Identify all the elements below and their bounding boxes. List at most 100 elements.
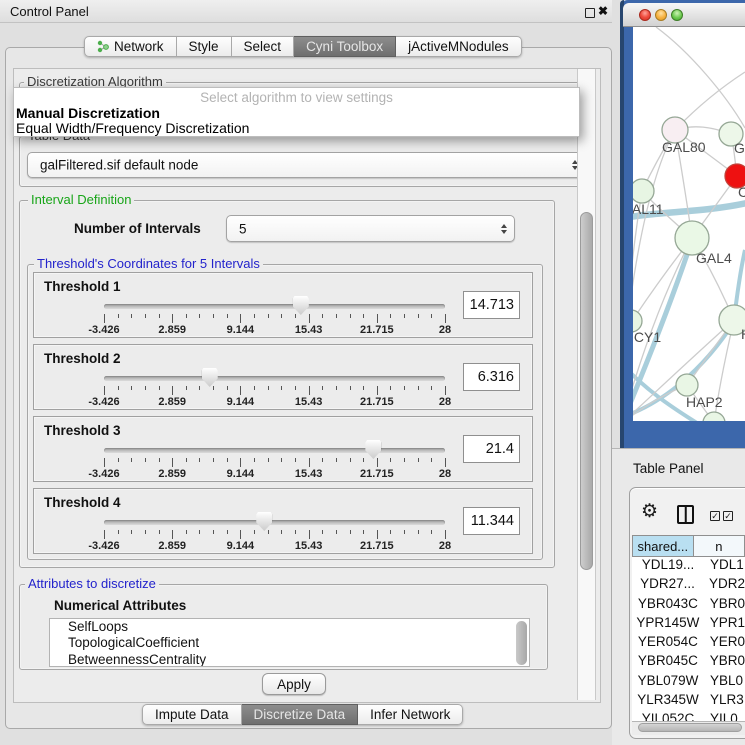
table-row[interactable]: YBR043CYBR0 bbox=[632, 596, 745, 615]
threshold-slider-track[interactable] bbox=[104, 376, 445, 381]
tab-impute-data[interactable]: Impute Data bbox=[142, 704, 242, 725]
tab-cyni-toolbox[interactable]: Cyni Toolbox bbox=[294, 36, 396, 57]
network-canvas[interactable]: GAL80GACGAL11GAL4GCY1HHAP2 bbox=[633, 27, 745, 421]
interval-definition-title: Interval Definition bbox=[28, 193, 134, 207]
cell-shared-name[interactable]: YBL079W bbox=[632, 673, 704, 692]
network-node-label: HAP2 bbox=[686, 394, 723, 410]
tab-jactivemnodules[interactable]: jActiveMNodules bbox=[396, 36, 522, 57]
zoom-window-icon[interactable] bbox=[671, 9, 683, 21]
split-columns-icon[interactable] bbox=[677, 505, 694, 524]
tab-label: Style bbox=[189, 39, 219, 54]
cell-name[interactable]: YIL0 bbox=[704, 711, 738, 721]
cell-name[interactable]: YBR0 bbox=[704, 653, 745, 672]
attributes-title: Attributes to discretize bbox=[25, 577, 159, 591]
table-row[interactable]: YLR345WYLR3 bbox=[632, 692, 745, 711]
threshold-label: Threshold 2 bbox=[44, 351, 121, 366]
checkbox-icon[interactable]: ✓ bbox=[723, 511, 733, 521]
cell-shared-name[interactable]: YBR043C bbox=[632, 596, 704, 615]
close-window-icon[interactable] bbox=[639, 9, 651, 21]
cell-shared-name[interactable]: YER054C bbox=[632, 634, 704, 653]
cyni-bottom-tabs: Impute Data Discretize Data Infer Networ… bbox=[142, 704, 463, 725]
network-node-label: GA bbox=[734, 140, 745, 156]
close-icon[interactable]: ✖ bbox=[598, 4, 608, 18]
threshold-slider-track[interactable] bbox=[104, 304, 445, 309]
algorithm-dropdown-popup: Select algorithm to view settings Manual… bbox=[13, 87, 580, 137]
num-intervals-combo[interactable]: 5 bbox=[226, 215, 515, 242]
threshold-value-input[interactable] bbox=[463, 435, 520, 463]
cell-name[interactable]: YBL0 bbox=[704, 673, 743, 692]
network-node[interactable] bbox=[633, 179, 654, 203]
cell-shared-name[interactable]: YPR145W bbox=[632, 615, 704, 634]
list-item[interactable]: BetweennessCentrality bbox=[50, 652, 529, 667]
panel-scrollbar-thumb[interactable] bbox=[580, 212, 593, 570]
list-item[interactable]: TopologicalCoefficient bbox=[50, 635, 529, 651]
num-intervals-value: 5 bbox=[239, 221, 247, 236]
table-row[interactable]: YBR045CYBR0 bbox=[632, 653, 745, 672]
list-scrollbar-thumb[interactable] bbox=[516, 621, 527, 665]
tab-network[interactable]: Network bbox=[84, 36, 177, 57]
cell-name[interactable]: YDL1 bbox=[704, 557, 744, 576]
cell-shared-name[interactable]: YLR345W bbox=[632, 692, 704, 711]
table-header-row: shared... n bbox=[632, 535, 745, 557]
threshold-value-input[interactable] bbox=[463, 363, 520, 391]
column-header-name[interactable]: n bbox=[694, 535, 745, 557]
table-row[interactable]: YBL079WYBL0 bbox=[632, 673, 745, 692]
column-header-shared-name[interactable]: shared... bbox=[632, 535, 694, 557]
network-node-label: GAL80 bbox=[662, 139, 706, 155]
slider-thumb[interactable] bbox=[256, 512, 272, 531]
threshold-row-1: Threshold 1 -3.4262.8599.14415.4321.7152… bbox=[33, 272, 533, 338]
threshold-value-input[interactable] bbox=[463, 291, 520, 319]
cell-shared-name[interactable]: YBR045C bbox=[632, 653, 704, 672]
cell-name[interactable]: YDR2 bbox=[703, 576, 745, 595]
table-row[interactable]: YER054CYER0 bbox=[632, 634, 745, 653]
dropdown-option-equal-width[interactable]: Equal Width/Frequency Discretization bbox=[16, 120, 249, 136]
threshold-row-4: Threshold 4 -3.4262.8599.14415.4321.7152… bbox=[33, 488, 533, 554]
tab-label: Impute Data bbox=[155, 707, 229, 722]
slider-thumb[interactable] bbox=[202, 368, 218, 387]
table-data-combo[interactable]: galFiltered.sif default node bbox=[27, 152, 586, 178]
cell-shared-name[interactable]: YIL052C bbox=[632, 711, 704, 721]
tab-discretize-data[interactable]: Discretize Data bbox=[242, 704, 359, 725]
table-row[interactable]: YDR27...YDR2 bbox=[632, 576, 745, 595]
cell-name[interactable]: YPR1 bbox=[704, 615, 745, 634]
tab-style[interactable]: Style bbox=[177, 36, 232, 57]
minimize-window-icon[interactable] bbox=[655, 9, 667, 21]
tab-infer-network[interactable]: Infer Network bbox=[358, 704, 463, 725]
table-row[interactable]: YIL052CYIL0 bbox=[632, 711, 745, 721]
network-node[interactable] bbox=[676, 374, 698, 396]
slider-ticks bbox=[104, 530, 446, 540]
dropdown-option-manual[interactable]: Manual Discretization bbox=[16, 105, 160, 121]
tab-label: Network bbox=[114, 39, 164, 54]
tab-select[interactable]: Select bbox=[232, 36, 295, 57]
cell-name[interactable]: YLR3 bbox=[704, 692, 744, 711]
gear-icon[interactable]: ⚙ bbox=[641, 501, 658, 523]
cell-name[interactable]: YBR0 bbox=[704, 596, 745, 615]
slider-thumb[interactable] bbox=[293, 296, 309, 315]
numerical-attributes-list: SelfLoops TopologicalCoefficient Between… bbox=[49, 618, 530, 667]
table-row[interactable]: YPR145WYPR1 bbox=[632, 615, 745, 634]
slider-ticks bbox=[104, 314, 446, 324]
checkbox-icon[interactable]: ✓ bbox=[710, 511, 720, 521]
float-window-icon[interactable] bbox=[585, 8, 595, 18]
apply-button[interactable]: Apply bbox=[262, 673, 326, 695]
slider-thumb[interactable] bbox=[365, 440, 381, 459]
panel-title: Control Panel bbox=[10, 4, 89, 19]
table-hscrollbar-thumb[interactable] bbox=[638, 723, 742, 732]
threshold-slider-track[interactable] bbox=[104, 520, 445, 525]
cell-shared-name[interactable]: YDL19... bbox=[632, 557, 704, 576]
combo-stepper-icon bbox=[501, 224, 507, 234]
network-node-label: GCY1 bbox=[633, 329, 661, 345]
threshold-slider-track[interactable] bbox=[104, 448, 445, 453]
tab-label: Select bbox=[244, 39, 282, 54]
cell-shared-name[interactable]: YDR27... bbox=[632, 576, 703, 595]
dropdown-hint-item[interactable]: Select algorithm to view settings bbox=[14, 90, 579, 105]
slider-tick-labels: -3.4262.8599.14415.4321.71528 bbox=[34, 324, 532, 336]
threshold-value-input[interactable] bbox=[463, 507, 520, 535]
network-node[interactable] bbox=[703, 412, 725, 421]
list-item[interactable]: SelfLoops bbox=[50, 619, 529, 635]
slider-ticks bbox=[104, 386, 446, 396]
slider-tick-labels: -3.4262.8599.14415.4321.71528 bbox=[34, 468, 532, 480]
table-row[interactable]: YDL19...YDL1 bbox=[632, 557, 745, 576]
cell-name[interactable]: YER0 bbox=[704, 634, 745, 653]
slider-tick-labels: -3.4262.8599.14415.4321.71528 bbox=[34, 540, 532, 552]
